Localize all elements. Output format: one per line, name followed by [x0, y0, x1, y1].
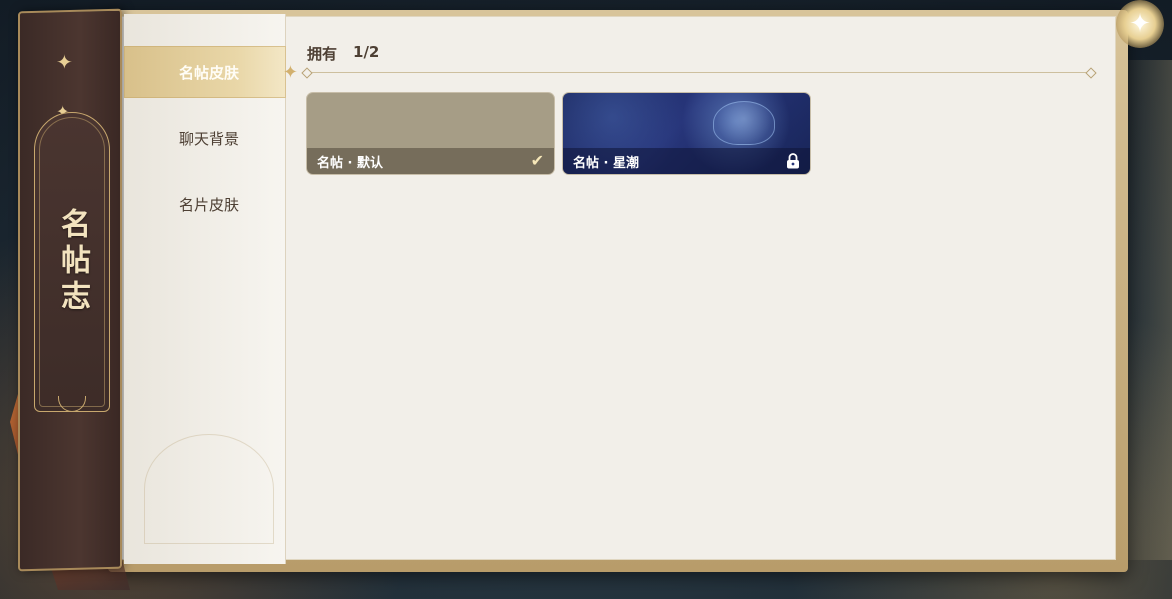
owned-counter: 拥有 1/2 [307, 43, 379, 64]
card-caption-bar: 名帖 · 默认 ✔ [307, 148, 554, 174]
skin-card-list: 名帖 · 默认 ✔ 名帖 · 星潮 [306, 92, 811, 175]
sidebar-illustration [144, 434, 274, 544]
divider [306, 72, 1092, 73]
sidebar: 名帖皮肤 ✦ 聊天背景 名片皮肤 [124, 14, 298, 564]
card-caption-bar: 名帖 · 星潮 [563, 148, 810, 174]
card-name: 名帖 · 默认 [317, 155, 383, 171]
close-star-icon[interactable]: ✦ [1116, 0, 1164, 48]
spine-title: 名帖志 [55, 208, 90, 316]
sidebar-item-name-card-skin[interactable]: 名帖皮肤 ✦ [124, 46, 298, 98]
owned-label: 拥有 [307, 45, 338, 63]
sidebar-item-label: 聊天背景 [179, 129, 240, 148]
sparkle-icon: ✦ [56, 50, 73, 74]
skin-card-star-tide[interactable]: 名帖 · 星潮 [562, 92, 811, 175]
checkmark-icon: ✔ [530, 151, 544, 170]
sidebar-item-label: 名帖皮肤 [179, 63, 240, 82]
jellyfish-art [713, 101, 775, 145]
owned-count: 1/2 [353, 43, 380, 61]
right-border-decoration [1116, 60, 1172, 560]
sidebar-item-business-card-skin[interactable]: 名片皮肤 [124, 178, 286, 230]
main-content: 拥有 1/2 名帖 · 默认 ✔ 名帖 · 星潮 [290, 14, 1116, 564]
sidebar-item-label: 名片皮肤 [179, 195, 240, 214]
spine-title-plate: 名帖志 [34, 112, 110, 412]
lock-icon [786, 153, 800, 169]
skin-card-default[interactable]: 名帖 · 默认 ✔ [306, 92, 555, 175]
card-name: 名帖 · 星潮 [573, 155, 639, 171]
sidebar-item-chat-background[interactable]: 聊天背景 [124, 112, 286, 164]
